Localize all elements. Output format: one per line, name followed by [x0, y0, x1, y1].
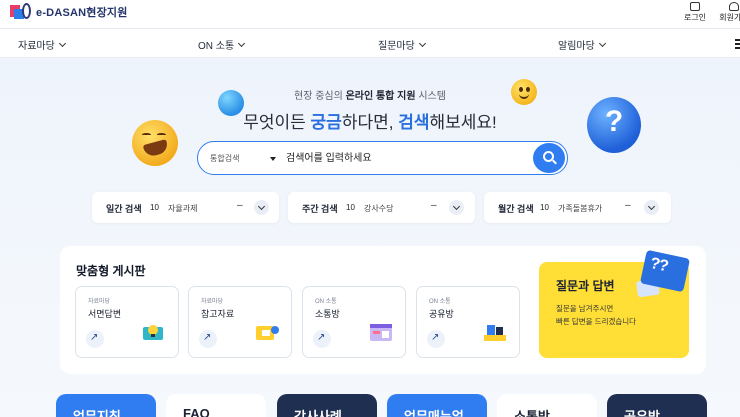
card-name: 서면답변 — [88, 309, 122, 319]
search-input[interactable] — [286, 149, 516, 167]
main-nav: 자료마당 ON 소통 질문마당 알림마당 — [0, 28, 740, 58]
chevron-down-icon[interactable] — [644, 200, 659, 215]
site-logo[interactable]: e-DASAN현장지원 — [10, 3, 128, 21]
ranking-weekly[interactable]: 주간 검색 10 강사수당 – — [288, 192, 475, 223]
ranking-keyword: 자율과제 — [168, 204, 198, 213]
card-category: 자료마당 — [88, 299, 111, 305]
search-bar: 통합검색 — [197, 141, 568, 175]
monitor-bulb-icon — [143, 325, 163, 340]
arrow-up-right-icon — [86, 330, 104, 348]
chevron-down-icon — [58, 39, 66, 47]
tile-label: 공유방 — [624, 409, 660, 417]
card-name: 공유방 — [429, 309, 454, 319]
ranking-change: – — [625, 200, 631, 211]
ranking-title: 월간 검색 — [498, 204, 534, 214]
tile-communication-room[interactable]: 소통방 — [497, 394, 597, 417]
ranking-title: 주간 검색 — [302, 204, 338, 214]
chevron-down-icon[interactable] — [254, 200, 269, 215]
chevron-down-icon — [598, 39, 606, 47]
tile-label: 업무지침 — [73, 409, 121, 417]
books-icon — [484, 325, 506, 341]
nav-label: 질문마당 — [378, 41, 415, 52]
board-card-communication-room[interactable]: ON 소통 소통방 — [302, 286, 406, 358]
ranking-keyword: 강사수당 — [364, 204, 394, 213]
tile-faq[interactable]: FAQ — [166, 394, 266, 417]
search-type-select[interactable]: 통합검색 — [210, 153, 239, 164]
login-label: 로그인 — [683, 13, 707, 22]
qa-banner[interactable]: 질문과 답변 질문을 남겨주시면 빠른 답변을 드리겠습니다 ?? — [539, 249, 691, 358]
nav-item-on-communication[interactable]: ON 소통 — [198, 37, 246, 52]
card-name: 참고자료 — [201, 309, 235, 319]
hero-subtitle: 현장 중심의 온라인 통합 지원 시스템 — [294, 91, 446, 102]
tile-instructor-cases[interactable]: 강사사례 — [277, 394, 377, 417]
ranking-change: – — [431, 200, 437, 211]
signup-label: 회원가입 — [719, 13, 740, 22]
card-name: 소통방 — [315, 309, 340, 319]
arrow-up-right-icon — [199, 330, 217, 348]
nav-item-questions[interactable]: 질문마당 — [378, 37, 426, 52]
caret-down-icon[interactable] — [270, 157, 276, 161]
card-category: ON 소통 — [315, 299, 337, 305]
board-card-sharing-room[interactable]: ON 소통 공유방 — [416, 286, 520, 358]
tile-label: 강사사례 — [294, 409, 342, 417]
tile-label: 소통방 — [514, 409, 550, 417]
menu-icon[interactable] — [735, 39, 740, 51]
chevron-down-icon — [418, 39, 426, 47]
card-category: 자료마당 — [201, 299, 224, 305]
ranking-number: 10 — [150, 203, 159, 212]
tile-work-manual[interactable]: 업무매뉴얼 — [387, 394, 487, 417]
nav-label: 알림마당 — [558, 41, 595, 52]
signup-button[interactable]: 회원가입 — [717, 0, 740, 23]
chevron-down-icon[interactable] — [449, 200, 464, 215]
ranking-title: 일간 검색 — [106, 204, 142, 214]
nav-item-data[interactable]: 자료마당 — [18, 37, 66, 52]
tile-label: 업무매뉴얼 — [404, 409, 464, 417]
chevron-down-icon — [238, 39, 246, 47]
ranking-monthly[interactable]: 월간 검색 10 가족돌봄휴가 – — [484, 192, 671, 223]
arrow-up-right-icon — [313, 330, 331, 348]
login-button[interactable]: 로그인 — [680, 0, 710, 23]
nav-label: ON 소통 — [198, 41, 235, 52]
ranking-number: 10 — [346, 203, 355, 212]
arrow-up-right-icon — [427, 330, 445, 348]
nav-label: 자료마당 — [18, 41, 55, 52]
board-title: 맞춤형 게시판 — [76, 264, 146, 278]
ranking-keyword: 가족돌봄휴가 — [558, 204, 603, 213]
user-icon — [729, 2, 739, 11]
window-icon — [370, 324, 392, 341]
search-button[interactable] — [533, 143, 565, 173]
board-card-written-answers[interactable]: 자료마당 서면답변 — [75, 286, 179, 358]
card-category: ON 소통 — [429, 299, 451, 305]
tile-sharing-room[interactable]: 공유방 — [607, 394, 707, 417]
login-icon — [690, 2, 700, 11]
tile-label: FAQ — [183, 406, 210, 417]
top-header: e-DASAN현장지원 로그인 회원가입 — [0, 0, 740, 28]
nav-item-notices[interactable]: 알림마당 — [558, 37, 606, 52]
qa-title: 질문과 답변 — [556, 279, 615, 293]
qa-description: 질문을 남겨주시면 빠른 답변을 드리겠습니다 — [556, 304, 637, 326]
ranking-number: 10 — [540, 203, 549, 212]
board-card-references[interactable]: 자료마당 참고자료 — [188, 286, 292, 358]
hero-title: 무엇이든 궁금하다면, 검색해보세요! — [243, 113, 497, 132]
ranking-daily[interactable]: 일간 검색 10 자율과제 – — [92, 192, 279, 223]
tile-work-guidelines[interactable]: 업무지침 — [56, 394, 156, 417]
logo-text: e-DASAN현장지원 — [36, 7, 128, 19]
folder-icon — [256, 326, 279, 340]
ranking-change: – — [237, 200, 243, 211]
logo-mark-icon — [10, 3, 34, 21]
